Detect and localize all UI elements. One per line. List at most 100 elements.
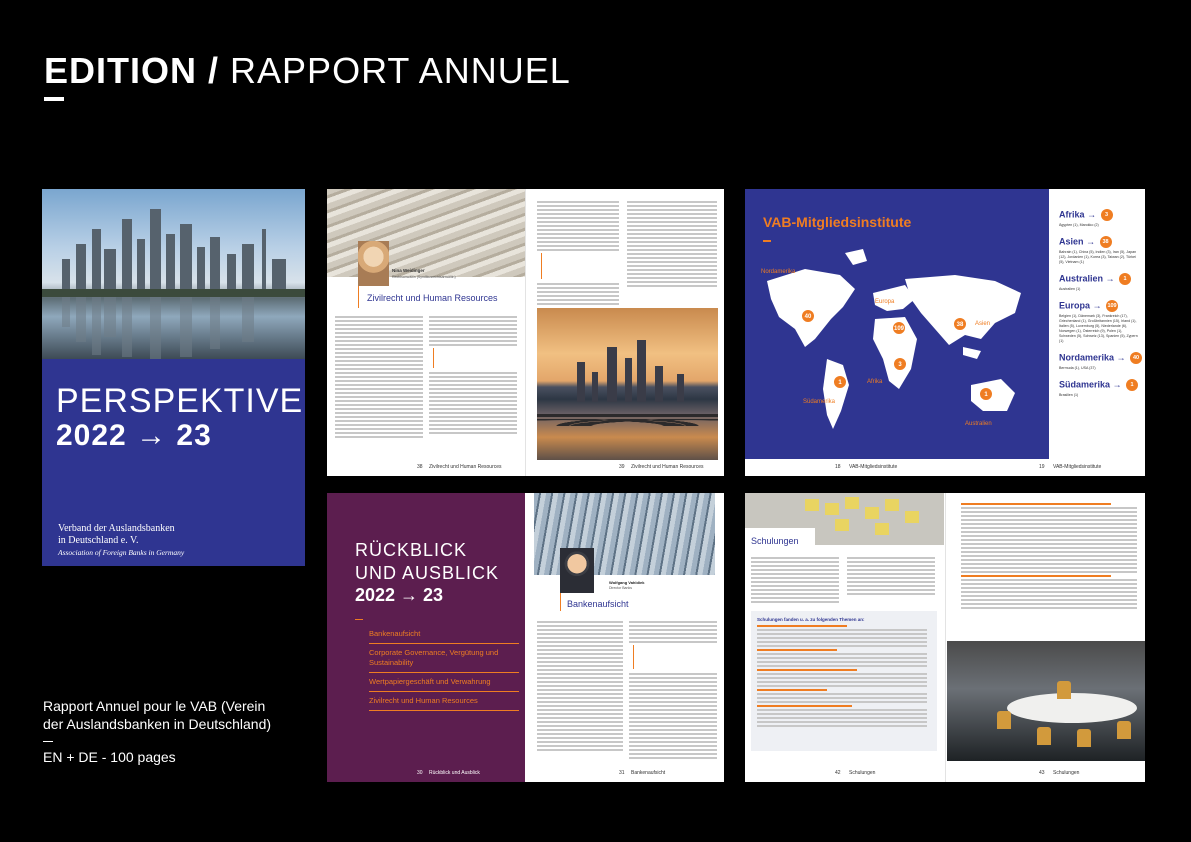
spine xyxy=(525,189,526,476)
page-footer: Zivilrecht und Human Resources xyxy=(631,464,704,470)
toc-item[interactable]: Bankenaufsicht xyxy=(369,629,519,644)
text-column xyxy=(537,621,623,753)
text-column xyxy=(335,316,423,440)
toc-item[interactable]: Wertpapiergeschäft und Verwahrung xyxy=(369,677,519,692)
spine xyxy=(945,493,946,782)
map-title: VAB-Mitgliedsinstitute xyxy=(763,214,912,230)
spread-members: VAB-Mitgliedsinstitute Nordamerika 40 Eu… xyxy=(745,189,1145,476)
region-count: 1 xyxy=(1119,273,1132,285)
pin-afrika: 3 xyxy=(893,357,907,371)
region-count: 1 xyxy=(1126,379,1139,391)
topics-box: Schulungen fanden u. a. zu folgenden The… xyxy=(751,611,937,751)
page-number: 31 xyxy=(619,770,625,776)
region-item: Südamerika → 1 Brasilien (1) xyxy=(1059,379,1139,398)
region-item: Europa → 109 Belgien (1), Dänemark (3), … xyxy=(1059,300,1139,344)
cover-org: Verband der Auslandsbanken in Deutschlan… xyxy=(58,523,184,559)
text-column xyxy=(751,557,839,605)
region-countries: Belgien (1), Dänemark (3), Frankreich (1… xyxy=(1059,314,1138,343)
region-name: Nordamerika → xyxy=(1059,352,1126,363)
region-countries: Bahrain (1), China (5), Indien (3), Iran… xyxy=(1059,250,1137,264)
page-footer: Schulungen xyxy=(849,770,876,776)
section-title: Bankenaufsicht xyxy=(567,599,629,609)
region-list: Afrika → 3 Ägypten (1), Marokko (2) Asie… xyxy=(1059,209,1143,406)
region-item: Afrika → 3 Ägypten (1), Marokko (2) xyxy=(1059,209,1139,228)
page-number: 39 xyxy=(619,464,625,470)
region-item: Nordamerika → 40 Bermuda (1), USA (37) xyxy=(1059,352,1143,371)
city-photo xyxy=(537,308,718,460)
cover-year: 2022 → 23 xyxy=(56,419,212,452)
pin-nordamerika: 40 xyxy=(801,309,815,323)
text-column xyxy=(537,201,619,307)
label-asien: Asien xyxy=(975,321,991,327)
title-underline xyxy=(44,97,64,101)
region-count: 3 xyxy=(1100,209,1113,221)
topics-list xyxy=(757,625,927,727)
chapter-title: RÜCKBLICK UND AUSBLICK xyxy=(355,539,499,585)
caption-details: EN + DE - 100 pages xyxy=(43,749,176,765)
caption-text: Rapport Annuel pour le VAB (Verein der A… xyxy=(43,698,272,732)
text-column xyxy=(961,503,1137,611)
page-number: 38 xyxy=(417,464,423,470)
page-number: 42 xyxy=(835,770,841,776)
text-column xyxy=(627,201,717,289)
page-footer: Zivilrecht und Human Resources xyxy=(429,464,502,470)
page-number: 19 xyxy=(1039,464,1045,470)
region-name: Europa → xyxy=(1059,300,1102,311)
pin-suedamerika: 1 xyxy=(833,375,847,389)
page-number: 43 xyxy=(1039,770,1045,776)
cover-page: PERSPEKTIVEN 2022 → 23 Verband der Ausla… xyxy=(42,189,305,566)
label-australien: Australien xyxy=(965,421,992,427)
region-count: 40 xyxy=(1130,352,1143,364)
chapter-title-line-2: UND AUSBLICK xyxy=(355,563,500,583)
region-name: Afrika → xyxy=(1059,209,1097,220)
spread-rueckblick: RÜCKBLICK UND AUSBLICK 2022 → 23 Bankena… xyxy=(327,493,724,782)
toc-item[interactable]: Corporate Governance, Vergütung und Sust… xyxy=(369,648,519,673)
pin-australien: 1 xyxy=(979,387,993,401)
region-count: 109 xyxy=(1106,300,1119,312)
spread-zivilrecht: Nina Weidinger Rechtsanwältin (Syndikusr… xyxy=(327,189,724,476)
text-column xyxy=(629,621,717,761)
cover-title: PERSPEKTIVEN xyxy=(56,382,305,420)
text-column xyxy=(429,316,517,436)
title-bold: EDITION / xyxy=(44,50,220,91)
person-name: Wolfgang Vahldiek xyxy=(609,580,645,585)
label-nordamerika: Nordamerika xyxy=(761,269,796,275)
region-countries: Ägypten (1), Marokko (2) xyxy=(1059,223,1099,227)
accent-line xyxy=(358,286,359,308)
caption-dash xyxy=(43,741,53,742)
region-countries: Australien (1) xyxy=(1059,287,1081,291)
page-footer: Bankenaufsicht xyxy=(631,770,666,776)
person-role: Director Banks xyxy=(609,586,632,590)
title-light: RAPPORT ANNUEL xyxy=(230,50,571,91)
label-europa: Europa xyxy=(875,299,895,305)
page-footer: VAB-Mitgliedsinstitute xyxy=(1053,464,1102,470)
project-caption: Rapport Annuel pour le VAB (Verein der A… xyxy=(43,697,273,766)
label-afrika: Afrika xyxy=(867,379,883,385)
org-line-3: Association of Foreign Banks in Germany xyxy=(58,548,185,557)
region-countries: Bermuda (1), USA (37) xyxy=(1059,366,1096,370)
meeting-room-photo xyxy=(947,641,1145,761)
region-item: Australien → 1 Australien (1) xyxy=(1059,273,1139,292)
text-column xyxy=(847,557,935,597)
title-dash xyxy=(763,240,771,242)
page-number: 18 xyxy=(835,464,841,470)
skyline-photo xyxy=(42,189,305,359)
person-role: Rechtsanwältin (Syndikusrechtsanwältin) xyxy=(392,275,456,279)
section-title: Zivilrecht und Human Resources xyxy=(367,293,498,303)
chapter-dash xyxy=(355,619,363,620)
pin-europa: 109 xyxy=(892,321,906,335)
chapter-toc: Bankenaufsicht Corporate Governance, Ver… xyxy=(369,629,519,715)
toc-item[interactable]: Zivilrecht und Human Resources xyxy=(369,696,519,711)
page-title: EDITION / RAPPORT ANNUEL xyxy=(44,50,571,92)
region-item: Asien → 38 Bahrain (1), China (5), Indie… xyxy=(1059,236,1139,265)
portrait-photo xyxy=(560,548,594,593)
building-photo xyxy=(327,189,525,277)
org-line-1: Verband der Auslandsbanken xyxy=(58,523,175,534)
portrait-photo xyxy=(358,241,389,286)
page-footer: Rückblick und Ausblick xyxy=(429,770,480,776)
person-name: Nina Weidinger xyxy=(392,268,425,273)
region-count: 38 xyxy=(1099,236,1112,248)
box-heading: Schulungen fanden u. a. zu folgenden The… xyxy=(757,617,865,622)
spread-schulungen: Schulungen Schulungen fanden u. a. zu fo… xyxy=(745,493,1145,782)
chapter-title-line-1: RÜCKBLICK xyxy=(355,540,468,560)
